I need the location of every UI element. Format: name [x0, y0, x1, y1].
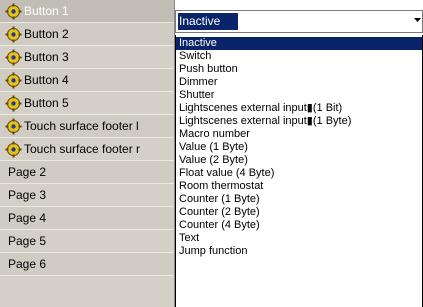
chevron-down-icon: [414, 18, 421, 22]
list-item-button-3[interactable]: Button 3: [0, 46, 174, 69]
dropdown-option[interactable]: Inactive: [176, 37, 422, 50]
dropdown-option[interactable]: Counter (4 Byte): [176, 219, 422, 232]
list-item-button-2[interactable]: Button 2: [0, 23, 174, 46]
dropdown-option[interactable]: Value (1 Byte): [176, 141, 422, 154]
dropdown-option[interactable]: Counter (1 Byte): [176, 193, 422, 206]
list-item-label: Touch surface footer r: [24, 142, 141, 156]
dropdown-option[interactable]: Text: [176, 232, 422, 245]
list-item-label: Button 3: [24, 50, 69, 64]
list-item-label: Button 5: [24, 96, 69, 110]
gear-icon: [5, 118, 22, 134]
gear-icon: [5, 141, 22, 157]
list-item-button-5[interactable]: Button 5: [0, 92, 174, 115]
list-item-button-1[interactable]: Button 1: [0, 0, 174, 23]
dropdown-option[interactable]: Float value (4 Byte): [176, 167, 422, 180]
function-dropdown-list: Inactive Switch Push button Dimmer Shutt…: [175, 35, 423, 307]
gear-icon: [5, 3, 22, 19]
gear-icon: [5, 26, 22, 42]
list-item-page-4[interactable]: Page 4: [0, 207, 174, 230]
dropdown-option[interactable]: Jump function: [176, 245, 422, 258]
dropdown-option[interactable]: Shutter: [176, 89, 422, 102]
combobox-dropdown-button[interactable]: [408, 11, 422, 32]
gear-icon: [5, 95, 22, 111]
dropdown-option[interactable]: Counter (2 Byte): [176, 206, 422, 219]
dropdown-option[interactable]: Lightscenes external input▮(1 Byte): [176, 115, 422, 128]
dropdown-option[interactable]: Lightscenes external input▮(1 Bit): [176, 102, 422, 115]
list-item-label: Page 4: [8, 211, 47, 225]
combobox-value: Inactive: [178, 13, 238, 30]
dropdown-option[interactable]: Room thermostat: [176, 180, 422, 193]
list-item-label: Page 3: [8, 188, 47, 202]
dropdown-option[interactable]: Macro number: [176, 128, 422, 141]
dropdown-option[interactable]: Dimmer: [176, 76, 422, 89]
properties-window: Button 1 Button 2 Button 3 Button 4 Butt…: [0, 0, 423, 307]
list-item-label: Page 6: [8, 257, 47, 271]
list-item-page-6[interactable]: Page 6: [0, 253, 174, 276]
list-item-touch-surface-footer-r[interactable]: Touch surface footer r: [0, 138, 174, 161]
dropdown-option[interactable]: Push button: [176, 63, 422, 76]
list-item-page-2[interactable]: Page 2: [0, 161, 174, 184]
list-item-page-3[interactable]: Page 3: [0, 184, 174, 207]
list-item-label: Touch surface footer l: [24, 119, 139, 133]
gear-icon: [5, 72, 22, 88]
list-item-label: Button 2: [24, 27, 69, 41]
list-item-label: Page 5: [8, 234, 47, 248]
dropdown-option[interactable]: Value (2 Byte): [176, 154, 422, 167]
list-item-page-5[interactable]: Page 5: [0, 230, 174, 253]
list-item-button-4[interactable]: Button 4: [0, 69, 174, 92]
dropdown-option[interactable]: Switch: [176, 50, 422, 63]
list-item-label: Button 1: [24, 4, 69, 18]
list-item-touch-surface-footer-l[interactable]: Touch surface footer l: [0, 115, 174, 138]
list-item-label: Page 2: [8, 165, 47, 179]
gear-icon: [5, 49, 22, 65]
function-combobox[interactable]: Inactive: [175, 10, 423, 33]
list-item-label: Button 4: [24, 73, 69, 87]
object-list: Button 1 Button 2 Button 3 Button 4 Butt…: [0, 0, 174, 307]
